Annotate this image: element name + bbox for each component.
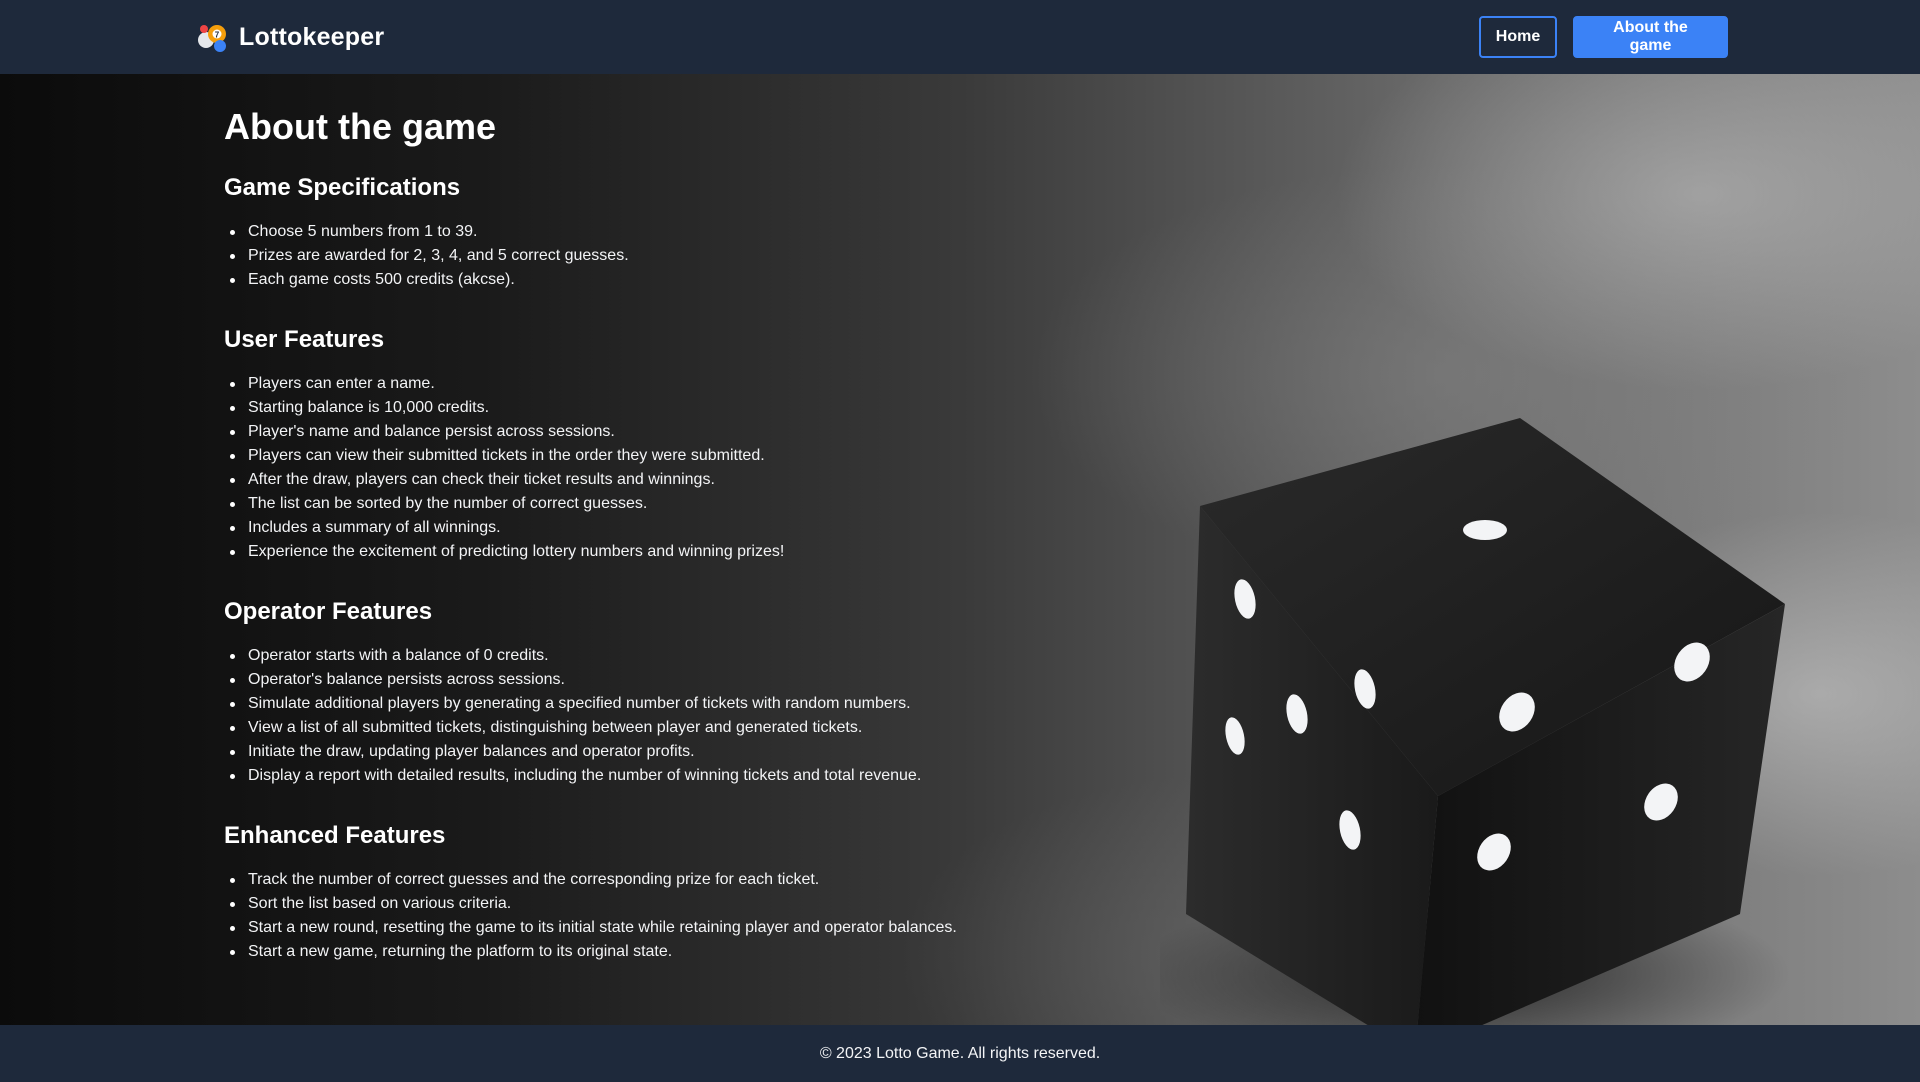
footer: © 2023 Lotto Game. All rights reserved. — [0, 1025, 1920, 1082]
brand-name: Lottokeeper — [239, 22, 385, 51]
main-nav: Home About the game — [1479, 16, 1728, 58]
list-item: Prizes are awarded for 2, 3, 4, and 5 co… — [224, 244, 1124, 268]
list-item: Choose 5 numbers from 1 to 39. — [224, 220, 1124, 244]
feature-list: Choose 5 numbers from 1 to 39. Prizes ar… — [224, 220, 1124, 292]
list-item: Sort the list based on various criteria. — [224, 892, 1124, 916]
svg-text:7: 7 — [215, 31, 220, 40]
lottery-balls-icon: 7 — [198, 25, 226, 52]
operator-features-section: Operator Features Operator starts with a… — [224, 598, 1124, 788]
list-item: The list can be sorted by the number of … — [224, 492, 1124, 516]
list-item: Player's name and balance persist across… — [224, 420, 1124, 444]
feature-list: Operator starts with a balance of 0 cred… — [224, 644, 1124, 788]
list-item: Includes a summary of all winnings. — [224, 516, 1124, 540]
user-features-section: User Features Players can enter a name. … — [224, 326, 1124, 564]
enhanced-features-section: Enhanced Features Track the number of co… — [224, 822, 1124, 964]
about-content: About the game Game Specifications Choos… — [224, 106, 1124, 998]
list-item: Operator starts with a balance of 0 cred… — [224, 644, 1124, 668]
about-page: About the game Game Specifications Choos… — [0, 74, 1920, 1025]
about-button[interactable]: About the game — [1573, 16, 1728, 58]
section-heading: Game Specifications — [224, 174, 461, 201]
feature-list: Track the number of correct guesses and … — [224, 868, 1124, 964]
list-item: Track the number of correct guesses and … — [224, 868, 1124, 892]
section-heading: Enhanced Features — [224, 822, 446, 849]
list-item: Each game costs 500 credits (akcse). — [224, 268, 1124, 292]
list-item: Display a report with detailed results, … — [224, 764, 1124, 788]
section-heading: Operator Features — [224, 598, 433, 625]
feature-list: Players can enter a name. Starting balan… — [224, 372, 1124, 564]
list-item: After the draw, players can check their … — [224, 468, 1124, 492]
brand[interactable]: 7 Lottokeeper — [195, 20, 384, 54]
game-specifications-section: Game Specifications Choose 5 numbers fro… — [224, 174, 1124, 292]
list-item: View a list of all submitted tickets, di… — [224, 716, 1124, 740]
top-navbar: 7 Lottokeeper Home About the game — [0, 0, 1920, 74]
list-item: Initiate the draw, updating player balan… — [224, 740, 1124, 764]
dice-image — [1160, 418, 1790, 1025]
list-item: Experience the excitement of predicting … — [224, 540, 1124, 564]
page-title: About the game — [224, 106, 497, 147]
list-item: Start a new round, resetting the game to… — [224, 916, 1124, 940]
list-item: Starting balance is 10,000 credits. — [224, 396, 1124, 420]
list-item: Players can view their submitted tickets… — [224, 444, 1124, 468]
section-heading: User Features — [224, 326, 385, 353]
list-item: Players can enter a name. — [224, 372, 1124, 396]
list-item: Start a new game, returning the platform… — [224, 940, 1124, 964]
list-item: Operator's balance persists across sessi… — [224, 668, 1124, 692]
copyright-text: © 2023 Lotto Game. All rights reserved. — [819, 1044, 1101, 1062]
home-button[interactable]: Home — [1479, 16, 1557, 58]
list-item: Simulate additional players by generatin… — [224, 692, 1124, 716]
